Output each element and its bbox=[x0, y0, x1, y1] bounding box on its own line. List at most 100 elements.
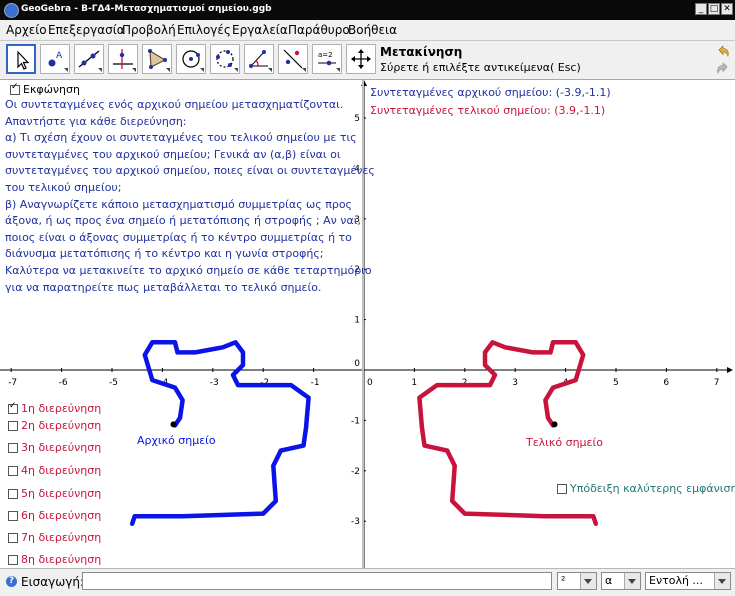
move-tool-icon bbox=[17, 50, 30, 70]
circle-through-points-tool-button[interactable] bbox=[210, 44, 240, 74]
menu-bar: Αρχείο Επεξεργασία Προβολή Επιλογές Εργα… bbox=[0, 20, 735, 41]
task-line: α) Τι σχέση έχουν οι συντεταγμένες του τ… bbox=[5, 131, 357, 145]
title-bar: GeoGebra - Β-ΓΔ4-Μετασχηματισμοί σημείου… bbox=[0, 0, 735, 20]
inquiry-label: 3η διερεύνηση bbox=[21, 441, 102, 454]
maximize-button[interactable]: □ bbox=[708, 3, 720, 15]
x-tick-label: -1 bbox=[311, 378, 320, 388]
inquiry-2-toggle[interactable]: 2η διερεύνηση bbox=[8, 419, 101, 432]
help-icon[interactable]: ? bbox=[6, 576, 17, 587]
view-divider[interactable] bbox=[362, 80, 364, 568]
menu-file[interactable]: Αρχείο bbox=[6, 23, 47, 37]
chevron-down-icon bbox=[580, 573, 596, 589]
inquiry-label: 5η διερεύνηση bbox=[21, 487, 102, 500]
tool-menu-arrow-icon bbox=[64, 68, 68, 72]
inquiry-checkbox[interactable] bbox=[8, 489, 18, 499]
redo-icon[interactable] bbox=[716, 61, 730, 75]
inquiry-7-toggle[interactable]: 7η διερεύνηση bbox=[8, 531, 101, 544]
symbol-dropdown[interactable]: ² bbox=[557, 572, 597, 590]
line-tool-button[interactable] bbox=[74, 44, 104, 74]
inquiry-4-toggle[interactable]: 4η διερεύνηση bbox=[8, 464, 101, 477]
inquiry-label: 2η διερεύνηση bbox=[21, 419, 102, 432]
command-dropdown[interactable]: Εντολή ... bbox=[645, 572, 731, 590]
minimize-button[interactable]: _ bbox=[695, 3, 707, 15]
task-toggle[interactable]: Εκφώνηση bbox=[10, 82, 80, 96]
menu-view[interactable]: Προβολή bbox=[122, 23, 176, 37]
y-tick-label: 5 bbox=[354, 114, 360, 124]
inquiry-checkbox[interactable] bbox=[8, 401, 18, 414]
circle-tool-button[interactable] bbox=[176, 44, 206, 74]
y-tick-label: 0 bbox=[354, 359, 360, 369]
input-bar: ? Εισαγωγή: ² α Εντολή ... bbox=[0, 568, 735, 596]
menu-window[interactable]: Παράθυρο bbox=[288, 23, 350, 37]
task-text: Οι συντεταγμένες ενός αρχικού σημείου με… bbox=[5, 97, 375, 296]
polygon-tool-button[interactable] bbox=[142, 44, 172, 74]
move-view-tool-button[interactable] bbox=[346, 44, 376, 74]
initial-coords-value: (-3.9,-1.1) bbox=[555, 86, 611, 99]
inquiry-checkbox[interactable] bbox=[8, 555, 18, 565]
inquiry-6-toggle[interactable]: 6η διερεύνηση bbox=[8, 509, 101, 522]
perpendicular-line-tool-button[interactable] bbox=[108, 44, 138, 74]
task-line: συντεταγμένες του αρχικού σημείου; Γενικ… bbox=[5, 147, 341, 161]
x-tick-label: 0 bbox=[367, 378, 373, 388]
menu-tools[interactable]: Εργαλεία bbox=[232, 23, 288, 37]
task-line: Καλύτερα να μετακινείτε το αρχικό σημείο… bbox=[5, 263, 372, 277]
x-tick-label: -6 bbox=[59, 378, 68, 388]
menu-options[interactable]: Επιλογές bbox=[177, 23, 231, 37]
task-line: ποιος είναι ο άξονας συμμετρίας ή το κέν… bbox=[5, 230, 352, 244]
final-coords-readout: Συντεταγμένες τελικού σημείου: (3.9,-1.1… bbox=[370, 104, 605, 117]
y-tick-label: 1 bbox=[354, 316, 360, 326]
inquiry-8-toggle[interactable]: 8η διερεύνηση bbox=[8, 553, 101, 566]
tool-menu-arrow-icon bbox=[336, 68, 340, 72]
svg-text:A: A bbox=[56, 51, 63, 61]
task-line: άξονα, ή ως προς ένα σημείο ή μετατόπιση… bbox=[5, 214, 361, 228]
close-button[interactable]: ✕ bbox=[721, 3, 733, 15]
task-checkbox[interactable] bbox=[10, 82, 20, 95]
inquiry-checkbox[interactable] bbox=[8, 421, 18, 431]
input-label: Εισαγωγή: bbox=[21, 575, 85, 589]
tool-menu-arrow-icon bbox=[98, 68, 102, 72]
x-axis-arrow-icon bbox=[727, 367, 733, 373]
final-coords-label: Συντεταγμένες τελικού σημείου: bbox=[370, 104, 551, 117]
angle-tool-button[interactable] bbox=[244, 44, 274, 74]
move-tool-button[interactable] bbox=[6, 44, 36, 74]
reflect-tool-button[interactable] bbox=[278, 44, 308, 74]
tool-menu-arrow-icon bbox=[268, 68, 272, 72]
tool-menu-arrow-icon bbox=[234, 68, 238, 72]
task-line: συντεταγμένες του αρχικού σημείου, ποιες… bbox=[5, 164, 375, 178]
inquiry-5-toggle[interactable]: 5η διερεύνηση bbox=[8, 487, 101, 500]
final-coords-value: (3.9,-1.1) bbox=[554, 104, 606, 117]
move-view-tool-icon bbox=[351, 49, 371, 69]
command-input[interactable] bbox=[82, 572, 552, 590]
tool-menu-arrow-icon bbox=[166, 68, 170, 72]
undo-icon[interactable] bbox=[716, 44, 730, 58]
chevron-down-icon bbox=[624, 573, 640, 589]
inquiry-label: 8η διερεύνηση bbox=[21, 553, 102, 566]
initial-point[interactable] bbox=[170, 421, 177, 428]
geogebra-app-icon bbox=[4, 3, 19, 18]
inquiry-label: 7η διερεύνηση bbox=[21, 531, 102, 544]
better-view-toggle[interactable]: Υπόδειξη καλύτερης εμφάνισης bbox=[557, 482, 735, 495]
initial-point-label: Αρχικό σημείο bbox=[137, 434, 216, 447]
y-tick-label: -2 bbox=[351, 467, 360, 477]
inquiry-label: 4η διερεύνηση bbox=[21, 464, 102, 477]
x-tick-label: -3 bbox=[210, 378, 219, 388]
tool-menu-arrow-icon bbox=[132, 68, 136, 72]
command-dropdown-value: Εντολή ... bbox=[649, 574, 703, 587]
inquiry-checkbox[interactable] bbox=[8, 511, 18, 521]
menu-edit[interactable]: Επεξεργασία bbox=[48, 23, 125, 37]
slider-tool-button[interactable]: a=2 bbox=[312, 44, 342, 74]
better-view-checkbox[interactable] bbox=[557, 484, 567, 494]
x-tick-label: 7 bbox=[714, 378, 720, 388]
inquiry-checkbox[interactable] bbox=[8, 443, 18, 453]
x-tick-label: -5 bbox=[109, 378, 118, 388]
inquiry-3-toggle[interactable]: 3η διερεύνηση bbox=[8, 441, 101, 454]
task-line: διάνυσμα μετατόπισης ή το κέντρο και η γ… bbox=[5, 247, 324, 261]
menu-help[interactable]: Βοήθεια bbox=[348, 23, 397, 37]
greek-dropdown[interactable]: α bbox=[601, 572, 641, 590]
new-point-tool-button[interactable]: A bbox=[40, 44, 70, 74]
inquiry-1-toggle[interactable]: 1η διερεύνηση bbox=[8, 401, 102, 415]
inquiry-label: 1η διερεύνηση bbox=[21, 402, 102, 415]
x-tick-label: 5 bbox=[613, 378, 619, 388]
inquiry-checkbox[interactable] bbox=[8, 466, 18, 476]
inquiry-checkbox[interactable] bbox=[8, 533, 18, 543]
